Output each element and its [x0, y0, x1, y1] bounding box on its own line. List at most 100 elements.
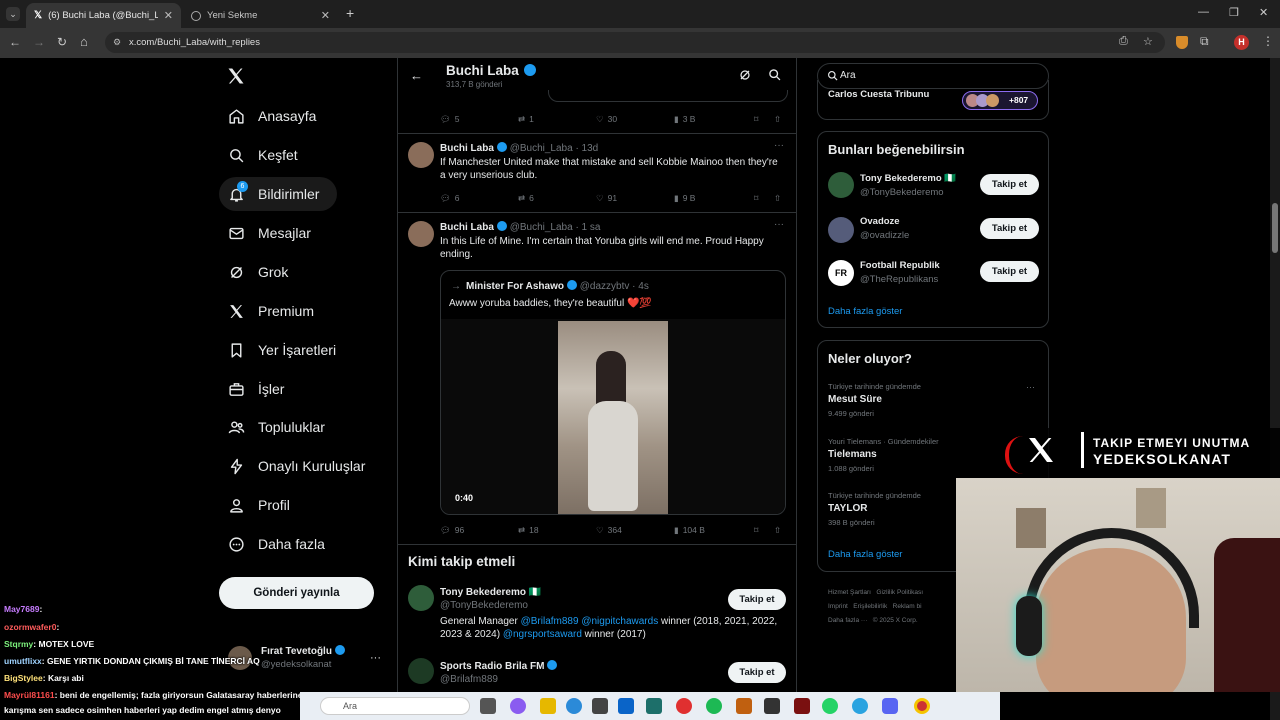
discord-icon[interactable] — [882, 698, 898, 714]
mention-link[interactable]: @Brilafm889 — [521, 616, 579, 627]
suggested-user-name[interactable]: Tony Bekederemo 🇳🇬 — [440, 587, 541, 598]
retweet-button[interactable]: ⇄ 18 — [518, 525, 539, 536]
like-button[interactable]: ♡ 30 — [596, 114, 617, 125]
views-button[interactable]: ▮ 3 B — [674, 114, 695, 125]
bookmark-icon[interactable]: ⌑ — [754, 525, 758, 536]
footer-link[interactable]: Imprint — [828, 603, 848, 610]
taskview-icon[interactable] — [480, 698, 496, 714]
retweet-button[interactable]: ⇄ 1 — [518, 114, 534, 125]
close-tab-icon[interactable]: ✕ — [164, 9, 173, 22]
whatsapp-icon[interactable] — [822, 698, 838, 714]
like-button[interactable]: ♡ 91 — [596, 193, 617, 204]
close-window-icon[interactable]: ✕ — [1259, 6, 1268, 19]
avatar[interactable] — [408, 658, 434, 684]
mention-link[interactable]: @nigpitchawards — [581, 616, 658, 627]
app-icon[interactable] — [646, 698, 662, 714]
extensions-icon[interactable]: ⧉ — [1200, 34, 1209, 49]
tab-buchi-laba[interactable]: 𝕏 (6) Buchi Laba (@Buchi_Laba) / ✕ — [26, 3, 181, 28]
share-icon[interactable]: ⇧ — [774, 525, 781, 536]
bookmark-star-icon[interactable]: ☆ — [1143, 35, 1153, 48]
trend-name[interactable]: Tielemans — [828, 449, 877, 460]
share-icon[interactable]: ⇧ — [774, 114, 781, 125]
taskbar-search[interactable]: Ara — [320, 697, 470, 715]
follow-button[interactable]: Takip et — [980, 261, 1039, 282]
nav-jobs[interactable]: İşler — [219, 372, 294, 406]
search-icon[interactable] — [768, 68, 781, 81]
copilot-icon[interactable] — [510, 698, 526, 714]
suggestion-name[interactable]: Tony Bekederemo 🇳🇬 — [860, 173, 956, 184]
nav-home[interactable]: Anasayfa — [219, 99, 326, 133]
edge-icon[interactable] — [566, 698, 582, 714]
reply-button[interactable]: 💬︎ 6 — [440, 193, 460, 204]
nav-explore[interactable]: Keşfet — [219, 138, 308, 172]
app-icon[interactable] — [794, 698, 810, 714]
account-name[interactable]: Fırat Tevetoğlu — [261, 645, 345, 657]
suggested-user-name[interactable]: Sports Radio Brila FM — [440, 660, 558, 672]
footer-link[interactable]: Gizlilik Politikası — [876, 589, 923, 596]
follow-button[interactable]: Takip et — [980, 218, 1039, 239]
tweet-time[interactable]: · 13d — [575, 143, 598, 154]
footer-link[interactable]: Reklam bi — [893, 603, 922, 610]
views-button[interactable]: ▮ 104 B — [674, 525, 705, 536]
retweet-button[interactable]: ⇄ 6 — [518, 193, 534, 204]
reply-button[interactable]: 💬︎ 96 — [440, 525, 464, 536]
tweet-more-icon[interactable]: ··· — [774, 140, 784, 151]
like-button[interactable]: ♡ 364 — [596, 525, 622, 536]
opera-icon[interactable] — [676, 698, 692, 714]
suggestion-name[interactable]: Football Republik — [860, 260, 940, 271]
nav-more[interactable]: Daha fazla — [219, 527, 335, 561]
video-player[interactable]: 0:40 — [441, 319, 785, 514]
x-logo[interactable] — [226, 66, 246, 86]
avatar[interactable] — [408, 221, 434, 247]
trend-more-icon[interactable]: ··· — [1026, 382, 1035, 392]
reload-icon[interactable]: ↻ — [57, 35, 67, 49]
tab-list-button[interactable]: ⌄ — [6, 7, 20, 21]
back-icon[interactable]: ← — [9, 35, 21, 49]
grok-icon[interactable] — [739, 69, 751, 81]
nav-premium[interactable]: Premium — [219, 294, 324, 328]
browser-menu-icon[interactable]: ⋮ — [1262, 34, 1274, 48]
account-menu-icon[interactable]: ··· — [370, 652, 381, 664]
follow-button[interactable]: Takip et — [728, 662, 786, 683]
steam-icon[interactable] — [764, 698, 780, 714]
file-explorer-icon[interactable] — [540, 698, 556, 714]
address-bar[interactable]: ⚙ x.com/Buchi_Laba/with_replies ⎙ ☆ — [105, 32, 1165, 53]
follow-button[interactable]: Takip et — [980, 174, 1039, 195]
nav-messages[interactable]: Mesajlar — [219, 216, 321, 250]
site-info-icon[interactable]: ⚙ — [113, 37, 121, 48]
trend-name[interactable]: Mesut Süre — [828, 394, 882, 405]
tweet-time[interactable]: · 1 sa — [575, 222, 600, 233]
views-button[interactable]: ▮ 9 B — [674, 193, 695, 204]
install-icon[interactable]: ⎙ — [1119, 35, 1128, 48]
profile-avatar[interactable]: H — [1234, 35, 1249, 50]
author-name[interactable]: Buchi Laba — [440, 143, 494, 154]
spotify-icon[interactable] — [706, 698, 722, 714]
app-icon[interactable] — [736, 698, 752, 714]
author-handle[interactable]: @Buchi_Laba — [510, 143, 573, 154]
telegram-icon[interactable] — [852, 698, 868, 714]
close-tab-icon[interactable]: ✕ — [321, 9, 330, 22]
forward-icon[interactable]: → — [33, 35, 45, 49]
nav-bookmarks[interactable]: Yer İşaretleri — [219, 333, 346, 367]
brave-shield-icon[interactable] — [1176, 36, 1188, 49]
bookmark-icon[interactable]: ⌑ — [754, 114, 758, 125]
bookmark-icon[interactable]: ⌑ — [754, 193, 758, 204]
back-arrow-icon[interactable]: ← — [410, 68, 423, 83]
quoted-tweet[interactable]: → Minister For Ashawo @dazzybtv · 4s Awww… — [440, 270, 786, 515]
show-more-link[interactable]: Daha fazla göster — [828, 306, 902, 317]
mention-link[interactable]: @ngrsportsaward — [503, 629, 582, 640]
nav-grok[interactable]: Grok — [219, 255, 298, 289]
trends-more-link[interactable]: Daha fazla göster — [828, 549, 902, 560]
football-republik-logo[interactable]: FR — [828, 260, 854, 286]
spaces-card[interactable]: Carlos Cuesta Tribunu +807 — [817, 80, 1049, 120]
nav-notifications[interactable]: 6 Bildirimler — [219, 177, 337, 211]
new-tab-button[interactable]: + — [346, 5, 354, 21]
footer-link[interactable]: Hizmet Şartları — [828, 589, 871, 596]
home-icon[interactable]: ⌂ — [80, 34, 88, 49]
avatar[interactable] — [408, 585, 434, 611]
nav-communities[interactable]: Topluluklar — [219, 410, 335, 444]
scrollbar-thumb[interactable] — [1272, 203, 1278, 253]
author-name[interactable]: Buchi Laba — [440, 222, 494, 233]
maximize-icon[interactable]: ❐ — [1229, 6, 1239, 19]
tweet-more-icon[interactable]: ··· — [774, 219, 784, 230]
